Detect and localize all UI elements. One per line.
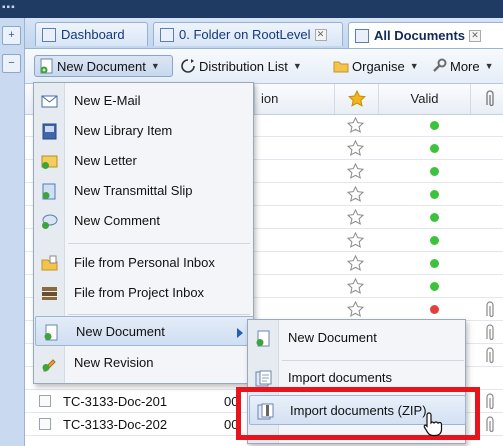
import-zip-icon [257, 403, 274, 420]
validity-status-dot [430, 121, 439, 130]
document-code: 00 [224, 394, 239, 409]
validity-status-dot [430, 259, 439, 268]
chevron-down-icon: ▼ [292, 61, 302, 71]
close-icon[interactable]: ✕ [314, 28, 327, 41]
menu-separator [68, 314, 250, 315]
comment-icon [42, 214, 58, 229]
organise-button[interactable]: Organise ▼ [333, 55, 419, 77]
tab-folder-rootlevel[interactable]: 0. Folder on RootLevel ✕ [153, 22, 343, 46]
menu-separator [282, 360, 464, 361]
menu-item-new-revision[interactable]: New Revision [34, 348, 253, 378]
menu-separator [68, 243, 250, 244]
distribution-list-button[interactable]: Distribution List ▼ [180, 55, 302, 77]
paperclip-icon[interactable] [483, 301, 497, 318]
tab-label: Dashboard [61, 27, 125, 42]
collapse-icon[interactable]: − [2, 54, 21, 73]
star-outline-icon[interactable] [347, 301, 364, 318]
close-icon[interactable]: ✕ [469, 29, 482, 42]
menu-item-new-email[interactable]: New E-Mail [34, 86, 253, 116]
import-documents-icon [255, 370, 272, 387]
star-outline-icon[interactable] [347, 255, 364, 272]
paperclip-icon[interactable] [483, 324, 497, 341]
project-inbox-icon [42, 287, 57, 300]
documents-icon [355, 28, 369, 43]
menu-item-file-from-project-inbox[interactable]: File from Project Inbox [34, 278, 253, 308]
column-header-description[interactable]: ion [254, 84, 334, 114]
window-dots: ▪▪▪ [2, 2, 16, 13]
email-icon [41, 95, 58, 108]
menu-item-new-comment[interactable]: New Comment [34, 206, 253, 236]
menu-item-new-transmittal-slip[interactable]: New Transmittal Slip [34, 176, 253, 206]
chevron-down-icon: ▼ [409, 61, 419, 71]
document-code: 00 [224, 417, 239, 432]
new-document-icon [44, 324, 58, 341]
chevron-right-icon [237, 328, 243, 338]
submenu-item-import-documents[interactable]: Import documents [248, 363, 465, 393]
transmittal-icon [42, 183, 56, 200]
paperclip-icon[interactable] [483, 393, 497, 410]
row-checkbox[interactable] [39, 418, 51, 430]
new-revision-icon [42, 359, 56, 372]
tab-label: 0. Folder on RootLevel [179, 27, 311, 42]
validity-status-dot [430, 305, 439, 314]
personal-inbox-icon [41, 255, 58, 271]
top-bar: ▪▪▪ [0, 0, 503, 18]
tab-dashboard[interactable]: Dashboard [35, 22, 148, 46]
more-label: More [450, 58, 480, 74]
validity-status-dot [430, 167, 439, 176]
tab-all-documents[interactable]: All Documents ✕ [348, 22, 503, 48]
document-name: TC-3133-Doc-202 [63, 417, 168, 432]
new-document-icon [40, 58, 53, 74]
folder-icon [333, 61, 349, 73]
menu-item-new-document[interactable]: New Document [35, 316, 254, 346]
column-header-favourite[interactable] [334, 84, 378, 114]
left-rail: + − [0, 18, 25, 446]
menu-item-new-library-item[interactable]: New Library Item [34, 116, 253, 146]
chevron-down-icon: ▼ [150, 61, 160, 71]
new-document-button[interactable]: New Document ▼ [34, 55, 173, 77]
star-outline-icon[interactable] [347, 140, 364, 157]
star-icon [348, 90, 366, 107]
paperclip-icon [486, 90, 494, 107]
validity-status-dot [430, 144, 439, 153]
menu-item-file-from-personal-inbox[interactable]: File from Personal Inbox [34, 248, 253, 278]
new-document-menu: New E-Mail New Library Item New Letter N… [33, 82, 254, 384]
validity-status-dot [430, 190, 439, 199]
refresh-icon [181, 59, 195, 73]
tab-bar: Dashboard 0. Folder on RootLevel ✕ All D… [25, 18, 503, 49]
star-outline-icon[interactable] [347, 232, 364, 249]
new-document-label: New Document [57, 58, 146, 74]
more-button[interactable]: More ▼ [431, 55, 494, 77]
column-header-valid[interactable]: Valid [378, 84, 470, 114]
submenu-item-new-document[interactable]: New Document [248, 323, 465, 353]
validity-status-dot [430, 213, 439, 222]
star-outline-icon[interactable] [347, 209, 364, 226]
paperclip-icon[interactable] [483, 416, 497, 433]
wrench-icon [433, 58, 447, 72]
validity-status-dot [430, 282, 439, 291]
star-outline-icon[interactable] [347, 186, 364, 203]
new-document-icon [256, 330, 270, 347]
menu-item-new-letter[interactable]: New Letter [34, 146, 253, 176]
validity-status-dot [430, 236, 439, 245]
star-outline-icon[interactable] [347, 117, 364, 134]
column-header-attachment[interactable] [470, 84, 503, 114]
organise-label: Organise [352, 58, 405, 74]
folder-list-icon [160, 27, 174, 42]
row-checkbox[interactable] [39, 395, 51, 407]
toolbar: New Document ▼ Distribution List ▼ Organ… [25, 49, 503, 84]
document-name: TC-3133-Doc-201 [63, 394, 168, 409]
letter-icon [41, 155, 58, 169]
paperclip-icon[interactable] [483, 347, 497, 364]
tab-label: All Documents [374, 28, 466, 43]
star-outline-icon[interactable] [347, 163, 364, 180]
dashboard-icon [42, 27, 56, 42]
chevron-down-icon: ▼ [484, 61, 494, 71]
hand-cursor-icon [423, 412, 443, 437]
distribution-list-label: Distribution List [199, 58, 288, 74]
expand-icon[interactable]: + [2, 26, 21, 45]
library-icon [42, 123, 57, 140]
star-outline-icon[interactable] [347, 278, 364, 295]
